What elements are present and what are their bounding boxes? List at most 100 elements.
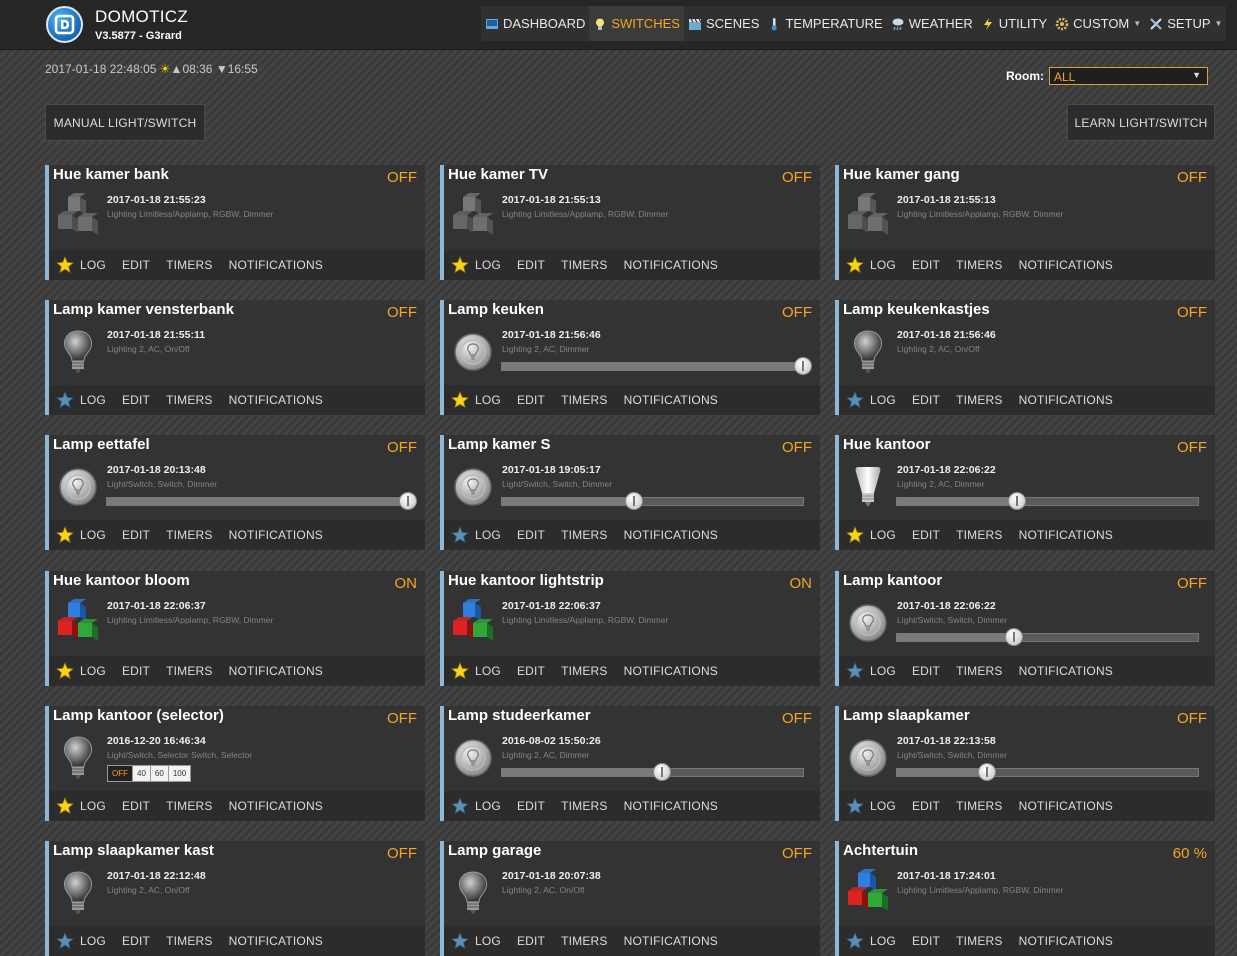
dimmer-off-icon[interactable] bbox=[844, 734, 892, 782]
edit-link[interactable]: EDIT bbox=[122, 528, 150, 542]
nav-item-scenes[interactable]: SCENES bbox=[684, 6, 763, 41]
notifications-link[interactable]: NOTIFICATIONS bbox=[229, 528, 323, 542]
nav-item-temperature[interactable]: TEMPERATURE bbox=[763, 6, 886, 41]
timers-link[interactable]: TIMERS bbox=[561, 393, 608, 407]
favorite-star-icon[interactable] bbox=[451, 662, 469, 680]
log-link[interactable]: LOG bbox=[80, 258, 106, 272]
rgb-cubes-on-icon[interactable] bbox=[449, 599, 497, 647]
edit-link[interactable]: EDIT bbox=[912, 393, 940, 407]
notifications-link[interactable]: NOTIFICATIONS bbox=[229, 258, 323, 272]
log-link[interactable]: LOG bbox=[475, 934, 501, 948]
edit-link[interactable]: EDIT bbox=[912, 664, 940, 678]
selector-option[interactable]: 60 bbox=[150, 765, 169, 782]
bulb-off-icon[interactable] bbox=[844, 328, 892, 376]
dimmer-slider[interactable] bbox=[501, 357, 812, 375]
log-link[interactable]: LOG bbox=[80, 934, 106, 948]
nav-item-dashboard[interactable]: DASHBOARD bbox=[481, 6, 589, 41]
log-link[interactable]: LOG bbox=[475, 393, 501, 407]
edit-link[interactable]: EDIT bbox=[912, 799, 940, 813]
learn-light-switch-button[interactable]: LEARN LIGHT/SWITCH bbox=[1067, 104, 1215, 141]
timers-link[interactable]: TIMERS bbox=[956, 934, 1003, 948]
timers-link[interactable]: TIMERS bbox=[956, 393, 1003, 407]
edit-link[interactable]: EDIT bbox=[517, 393, 545, 407]
favorite-star-icon[interactable] bbox=[451, 391, 469, 409]
dimmer-slider[interactable] bbox=[896, 492, 1199, 510]
edit-link[interactable]: EDIT bbox=[517, 258, 545, 272]
notifications-link[interactable]: NOTIFICATIONS bbox=[1019, 934, 1113, 948]
dimmer-slider-handle[interactable] bbox=[652, 763, 671, 781]
dimmer-off-icon[interactable] bbox=[449, 463, 497, 511]
log-link[interactable]: LOG bbox=[80, 393, 106, 407]
timers-link[interactable]: TIMERS bbox=[561, 664, 608, 678]
timers-link[interactable]: TIMERS bbox=[561, 934, 608, 948]
rgb-cubes-off-icon[interactable] bbox=[844, 193, 892, 241]
star-outline-icon[interactable] bbox=[846, 797, 864, 815]
favorite-star-icon[interactable] bbox=[56, 662, 74, 680]
nav-item-setup[interactable]: SETUP ▼ bbox=[1145, 6, 1226, 41]
edit-link[interactable]: EDIT bbox=[912, 934, 940, 948]
star-outline-icon[interactable] bbox=[451, 932, 469, 950]
star-outline-icon[interactable] bbox=[846, 662, 864, 680]
timers-link[interactable]: TIMERS bbox=[561, 799, 608, 813]
notifications-link[interactable]: NOTIFICATIONS bbox=[1019, 799, 1113, 813]
dimmer-off-icon[interactable] bbox=[844, 599, 892, 647]
timers-link[interactable]: TIMERS bbox=[956, 258, 1003, 272]
selector-option[interactable]: OFF bbox=[107, 765, 133, 782]
bulb-off-icon[interactable] bbox=[54, 734, 102, 782]
notifications-link[interactable]: NOTIFICATIONS bbox=[1019, 393, 1113, 407]
edit-link[interactable]: EDIT bbox=[517, 934, 545, 948]
dimmer-slider[interactable] bbox=[896, 628, 1199, 646]
notifications-link[interactable]: NOTIFICATIONS bbox=[624, 934, 718, 948]
dimmer-off-icon[interactable] bbox=[449, 328, 497, 376]
log-link[interactable]: LOG bbox=[80, 799, 106, 813]
timers-link[interactable]: TIMERS bbox=[956, 664, 1003, 678]
room-select[interactable]: ALL ▼ bbox=[1049, 67, 1208, 85]
log-link[interactable]: LOG bbox=[475, 258, 501, 272]
dimmer-slider-handle[interactable] bbox=[625, 492, 644, 510]
notifications-link[interactable]: NOTIFICATIONS bbox=[1019, 664, 1113, 678]
timers-link[interactable]: TIMERS bbox=[956, 528, 1003, 542]
notifications-link[interactable]: NOTIFICATIONS bbox=[624, 664, 718, 678]
notifications-link[interactable]: NOTIFICATIONS bbox=[624, 393, 718, 407]
timers-link[interactable]: TIMERS bbox=[166, 258, 213, 272]
dimmer-slider[interactable] bbox=[501, 763, 804, 781]
log-link[interactable]: LOG bbox=[870, 664, 896, 678]
notifications-link[interactable]: NOTIFICATIONS bbox=[229, 393, 323, 407]
notifications-link[interactable]: NOTIFICATIONS bbox=[1019, 528, 1113, 542]
dimmer-off-icon[interactable] bbox=[449, 734, 497, 782]
edit-link[interactable]: EDIT bbox=[517, 664, 545, 678]
nav-item-custom[interactable]: CUSTOM ▼ bbox=[1051, 6, 1145, 41]
notifications-link[interactable]: NOTIFICATIONS bbox=[624, 799, 718, 813]
edit-link[interactable]: EDIT bbox=[122, 393, 150, 407]
log-link[interactable]: LOG bbox=[475, 799, 501, 813]
dimmer-slider[interactable] bbox=[896, 763, 1199, 781]
edit-link[interactable]: EDIT bbox=[122, 799, 150, 813]
star-outline-icon[interactable] bbox=[56, 391, 74, 409]
nav-item-switches[interactable]: SWITCHES bbox=[589, 6, 684, 41]
dimmer-slider-handle[interactable] bbox=[399, 492, 417, 510]
timers-link[interactable]: TIMERS bbox=[166, 934, 213, 948]
bulb-off-icon[interactable] bbox=[54, 328, 102, 376]
log-link[interactable]: LOG bbox=[80, 528, 106, 542]
log-link[interactable]: LOG bbox=[870, 934, 896, 948]
star-outline-icon[interactable] bbox=[451, 797, 469, 815]
log-link[interactable]: LOG bbox=[475, 528, 501, 542]
timers-link[interactable]: TIMERS bbox=[166, 664, 213, 678]
star-outline-icon[interactable] bbox=[846, 391, 864, 409]
notifications-link[interactable]: NOTIFICATIONS bbox=[624, 258, 718, 272]
favorite-star-icon[interactable] bbox=[56, 526, 74, 544]
favorite-star-icon[interactable] bbox=[451, 256, 469, 274]
selector-option[interactable]: 100 bbox=[168, 765, 192, 782]
hue-bulb-icon[interactable] bbox=[844, 463, 892, 511]
log-link[interactable]: LOG bbox=[870, 393, 896, 407]
edit-link[interactable]: EDIT bbox=[517, 799, 545, 813]
favorite-star-icon[interactable] bbox=[56, 797, 74, 815]
dimmer-off-icon[interactable] bbox=[54, 463, 102, 511]
dimmer-slider-handle[interactable] bbox=[1005, 628, 1024, 646]
star-outline-icon[interactable] bbox=[846, 932, 864, 950]
log-link[interactable]: LOG bbox=[80, 664, 106, 678]
log-link[interactable]: LOG bbox=[475, 664, 501, 678]
edit-link[interactable]: EDIT bbox=[912, 528, 940, 542]
favorite-star-icon[interactable] bbox=[846, 526, 864, 544]
selector-option[interactable]: 40 bbox=[133, 765, 151, 782]
